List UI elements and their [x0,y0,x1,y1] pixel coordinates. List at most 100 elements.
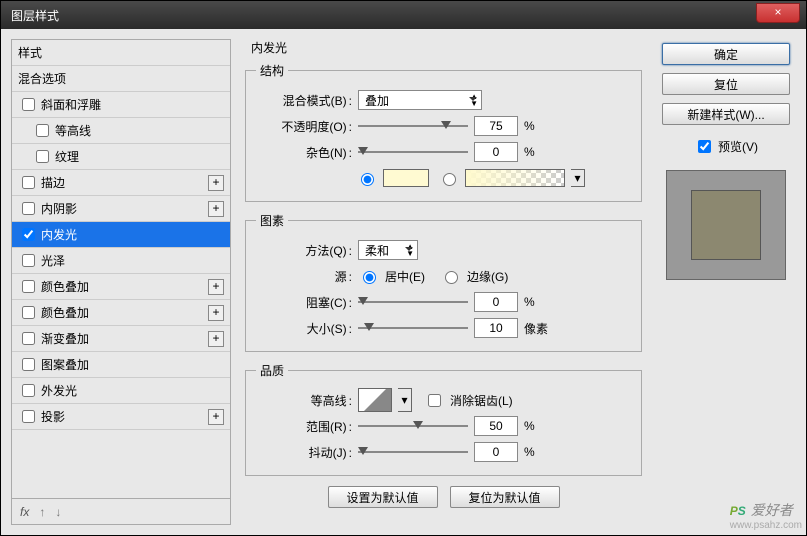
sidebar-item-12[interactable]: 图案叠加 [12,352,230,378]
titlebar: 图层样式 × [1,1,806,29]
sidebar-checkbox-2[interactable] [22,98,35,111]
plus-icon[interactable]: + [208,409,224,425]
sidebar-item-8[interactable]: 光泽 [12,248,230,274]
contour-swatch[interactable] [358,388,392,412]
size-input[interactable] [474,318,518,338]
elements-group: 图素 方法(Q) 柔和▲▼ 源 居中(E) 边缘(G) 阻塞(C) [245,212,642,352]
gradient-dropdown-icon[interactable]: ▾ [571,169,585,187]
source-center-radio[interactable] [363,271,376,284]
sidebar-item-11[interactable]: 渐变叠加+ [12,326,230,352]
reset-default-button[interactable]: 复位为默认值 [450,486,560,508]
quality-group: 品质 等高线 ▾ 消除锯齿(L) 范围(R) % 抖动(J) [245,362,642,476]
sidebar-checkbox-10[interactable] [22,306,35,319]
plus-icon[interactable]: + [208,201,224,217]
ok-button[interactable]: 确定 [662,43,790,65]
sidebar-item-label: 混合选项 [18,70,66,87]
technique-label: 方法(Q) [256,242,352,259]
jitter-input[interactable] [474,442,518,462]
sidebar-item-3[interactable]: 等高线 [12,118,230,144]
size-label: 大小(S) [256,320,352,337]
source-label: 源 [256,268,352,285]
structure-legend: 结构 [256,62,288,79]
sidebar-checkbox-14[interactable] [22,410,35,423]
cancel-button[interactable]: 复位 [662,73,790,95]
noise-unit: % [524,145,552,159]
opacity-label: 不透明度(O) [256,118,352,135]
arrow-down-icon[interactable]: ↓ [55,505,61,519]
sidebar-item-label: 纹理 [55,148,79,165]
source-edge-label: 边缘(G) [467,268,508,285]
structure-group: 结构 混合模式(B) 叠加▲▼ 不透明度(O) % 杂色(N) [245,62,642,202]
opacity-slider[interactable] [358,118,468,134]
sidebar-checkbox-7[interactable] [22,228,35,241]
noise-label: 杂色(N) [256,144,352,161]
range-input[interactable] [474,416,518,436]
choke-slider[interactable] [358,294,468,310]
sidebar-checkbox-3[interactable] [36,124,49,137]
sidebar-item-4[interactable]: 纹理 [12,144,230,170]
sidebar-item-label: 光泽 [41,252,65,269]
gradient-swatch[interactable] [465,169,565,187]
plus-icon[interactable]: + [208,279,224,295]
sidebar-item-label: 外发光 [41,382,77,399]
arrow-up-icon[interactable]: ↑ [39,505,45,519]
plus-icon[interactable]: + [208,331,224,347]
sidebar-item-13[interactable]: 外发光 [12,378,230,404]
fx-icon[interactable]: fx [20,505,29,519]
sidebar-item-5[interactable]: 描边 + [12,170,230,196]
new-style-button[interactable]: 新建样式(W)... [662,103,790,125]
sidebar-checkbox-13[interactable] [22,384,35,397]
gradient-radio[interactable] [443,173,456,186]
color-swatch[interactable] [383,169,429,187]
opacity-unit: % [524,119,552,133]
sidebar-item-14[interactable]: 投影+ [12,404,230,430]
sidebar-checkbox-6[interactable] [22,202,35,215]
sidebar-item-label: 斜面和浮雕 [41,96,101,113]
size-unit: 像素 [524,320,552,337]
sidebar-item-9[interactable]: 颜色叠加+ [12,274,230,300]
preview-swatch [691,190,761,260]
size-slider[interactable] [358,320,468,336]
sidebar-item-2[interactable]: 斜面和浮雕 [12,92,230,118]
range-slider[interactable] [358,418,468,434]
preview-checkbox[interactable] [698,140,711,153]
plus-icon[interactable]: + [208,305,224,321]
sidebar-checkbox-12[interactable] [22,358,35,371]
technique-select[interactable]: 柔和▲▼ [358,240,418,260]
sidebar-item-7[interactable]: 内发光 [12,222,230,248]
source-edge-radio[interactable] [445,271,458,284]
sidebar-checkbox-8[interactable] [22,254,35,267]
sidebar-checkbox-11[interactable] [22,332,35,345]
panel-title: 内发光 [245,39,642,56]
styles-footer: fx ↑ ↓ [12,498,230,524]
antialias-checkbox[interactable] [428,394,441,407]
noise-input[interactable] [474,142,518,162]
sidebar-checkbox-9[interactable] [22,280,35,293]
quality-legend: 品质 [256,362,288,379]
choke-unit: % [524,295,552,309]
set-default-button[interactable]: 设置为默认值 [328,486,438,508]
plus-icon[interactable]: + [208,175,224,191]
sidebar-checkbox-5[interactable] [22,176,35,189]
blendmode-select[interactable]: 叠加▲▼ [358,90,482,110]
choke-input[interactable] [474,292,518,312]
opacity-input[interactable] [474,116,518,136]
blendmode-label: 混合模式(B) [256,92,352,109]
sidebar-item-1[interactable]: 混合选项 [12,66,230,92]
sidebar-item-6[interactable]: 内阴影+ [12,196,230,222]
noise-slider[interactable] [358,144,468,160]
sidebar-item-label: 等高线 [55,122,91,139]
color-radio[interactable] [361,173,374,186]
sidebar-item-label: 颜色叠加 [41,304,89,321]
jitter-slider[interactable] [358,444,468,460]
sidebar-checkbox-4[interactable] [36,150,49,163]
preview-box [666,170,786,280]
range-unit: % [524,419,552,433]
sidebar-item-0[interactable]: 样式 [12,40,230,66]
source-center-label: 居中(E) [385,268,425,285]
sidebar-item-label: 描边 [41,174,65,191]
close-button[interactable]: × [756,3,800,23]
sidebar-item-label: 图案叠加 [41,356,89,373]
contour-dropdown-icon[interactable]: ▾ [398,388,412,412]
sidebar-item-10[interactable]: 颜色叠加 + [12,300,230,326]
